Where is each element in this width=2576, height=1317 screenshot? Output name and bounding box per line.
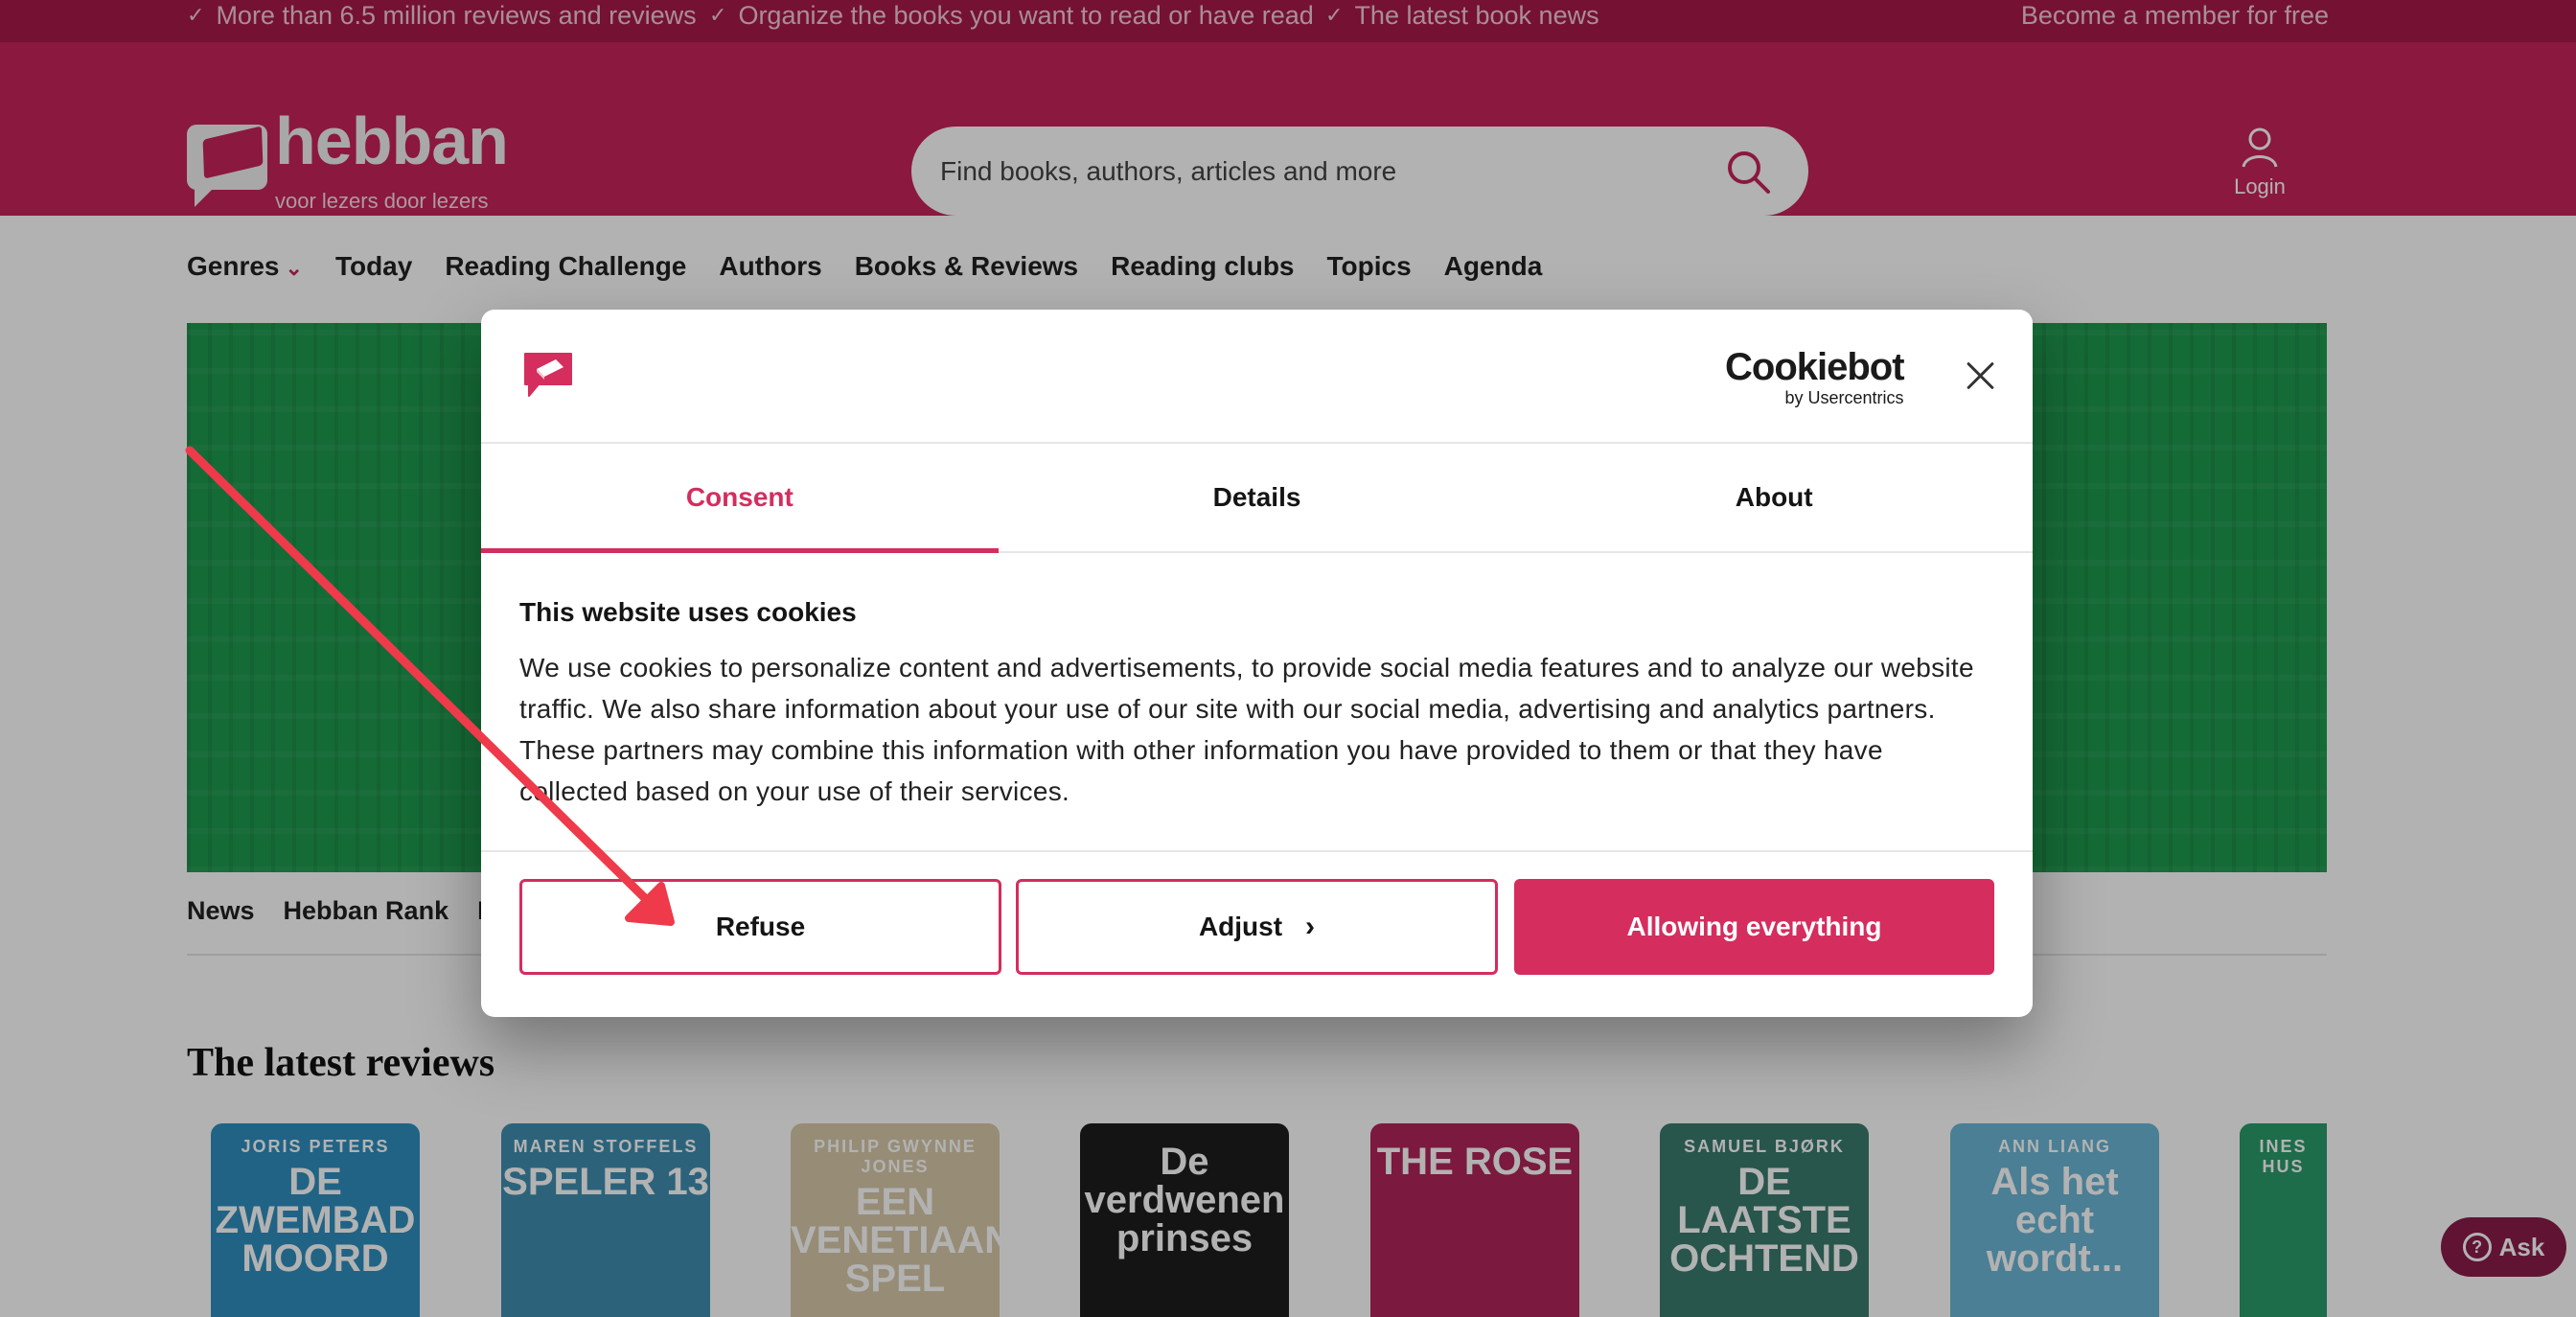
- adjust-button[interactable]: Adjust ›: [1016, 879, 1498, 975]
- dialog-text: We use cookies to personalize content an…: [519, 653, 1974, 806]
- hebban-bubble-icon: [524, 353, 572, 397]
- tab-consent[interactable]: Consent: [481, 444, 999, 553]
- dialog-tabs: Consent Details About: [481, 444, 2033, 553]
- close-icon[interactable]: [1965, 359, 1997, 392]
- allow-all-button[interactable]: Allowing everything: [1514, 879, 1994, 975]
- cookie-consent-dialog: Cookiebot by Usercentrics Consent Detail…: [481, 310, 2033, 1017]
- refuse-label: Refuse: [715, 912, 806, 941]
- tab-about[interactable]: About: [1515, 444, 2033, 551]
- divider: [481, 850, 2033, 852]
- dialog-header: Cookiebot by Usercentrics: [481, 310, 2033, 444]
- cookiebot-sub: by Usercentrics: [1784, 388, 1904, 407]
- adjust-label: Adjust: [1198, 912, 1283, 941]
- refuse-button[interactable]: Refuse: [519, 879, 1001, 975]
- allow-all-label: Allowing everything: [1626, 912, 1882, 941]
- tab-details[interactable]: Details: [999, 444, 1516, 551]
- dialog-heading: This website uses cookies: [519, 597, 857, 627]
- cookiebot-name: Cookiebot: [1725, 346, 1905, 388]
- cookiebot-logo[interactable]: Cookiebot by Usercentrics: [1725, 346, 1905, 408]
- chevron-right-icon: ›: [1305, 911, 1316, 942]
- dialog-body: This website uses cookies We use cookies…: [519, 597, 1995, 812]
